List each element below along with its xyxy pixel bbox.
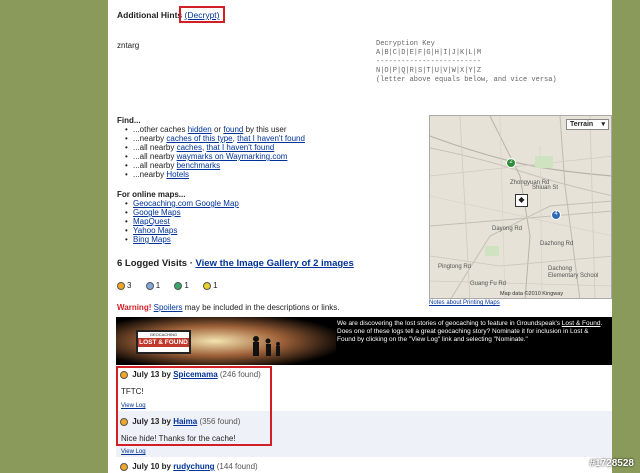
lost-and-found-banner[interactable]: GEOCACHING LOST & FOUND We are discoveri… — [116, 317, 612, 365]
highlight-box-logs — [116, 366, 272, 446]
bing-maps-link[interactable]: Bing Maps — [133, 235, 171, 244]
logged-visits-heading: 6 Logged Visits · View the Image Gallery… — [117, 258, 354, 269]
chevron-down-icon: ▾ — [601, 121, 605, 128]
map-label: Guang Fu Rd — [470, 281, 507, 287]
image-gallery-link[interactable]: View the Image Gallery of 2 images — [196, 258, 354, 269]
find-heading: Find... — [117, 116, 141, 125]
spoiler-warning: Warning! Spoilers may be included in the… — [117, 303, 340, 312]
map-link-item: Bing Maps — [117, 235, 239, 244]
highlight-box-decrypt — [179, 6, 225, 23]
map-label: Dayong Rd — [492, 226, 523, 232]
log-type-counts: 3 1 1 1 — [117, 281, 218, 290]
cache-location-icon[interactable]: ◆ — [515, 194, 528, 207]
find-item-other-caches: ...other caches hidden or found by this … — [117, 125, 305, 134]
find-item-nearby-type: ...nearby caches of this type, that I ha… — [117, 134, 305, 143]
needs-maintenance-icon — [203, 281, 212, 290]
found-link[interactable]: found — [223, 125, 243, 134]
decryption-key: Decryption Key A|B|C|D|E|F|G|H|I|J|K|L|M -… — [376, 40, 557, 84]
map-attribution: Map data ©2010 Kingway — [500, 291, 564, 297]
write-note-icon — [174, 281, 183, 290]
online-maps-list: Geocaching.com Google Map Google Maps Ma… — [117, 199, 239, 244]
lost-and-found-link[interactable]: Lost & Found — [562, 320, 601, 327]
caches-of-type-link[interactable]: caches of this type — [166, 134, 232, 143]
google-maps-link[interactable]: Google Maps — [133, 208, 181, 217]
map-link-item: Google Maps — [117, 208, 239, 217]
map-type-select[interactable]: Terrain ▾ — [566, 119, 609, 130]
find-item-hotels: ...nearby Hotels — [117, 170, 305, 179]
map-link-item: Geocaching.com Google Map — [117, 199, 239, 208]
found-smiley-icon — [117, 281, 125, 290]
printing-maps-link[interactable]: Notes about Printing Maps — [429, 300, 500, 306]
nearby-not-found-link[interactable]: that I haven't found — [206, 143, 274, 152]
map-label: Dazhong Rd — [540, 241, 574, 247]
lost-and-found-logo: GEOCACHING LOST & FOUND — [136, 330, 191, 354]
mapquest-link[interactable]: MapQuest — [133, 217, 170, 226]
map-label: Shiuan St — [532, 185, 559, 191]
map-label: Dachong Elementary School — [548, 266, 599, 279]
spoilers-link[interactable]: Spoilers — [154, 303, 183, 312]
type-not-found-link[interactable]: that I haven't found — [237, 134, 305, 143]
map-label: Pingtong Rd — [438, 264, 472, 270]
highway-marker-4[interactable]: 4 — [551, 210, 561, 220]
map-link-item: Yahoo Maps — [117, 226, 239, 235]
hotels-link[interactable]: Hotels — [166, 170, 189, 179]
watermark: #1728528 — [589, 458, 635, 469]
found-smiley-icon — [120, 462, 128, 471]
find-item-benchmarks: ...all nearby benchmarks — [117, 161, 305, 170]
yahoo-maps-link[interactable]: Yahoo Maps — [133, 226, 177, 235]
cache-page: Additional Hints (Decrypt) zntarg Decryp… — [108, 0, 612, 473]
online-maps-heading: For online maps... — [117, 190, 186, 199]
didnt-find-icon — [145, 281, 154, 290]
log-entry: July 10 by rudychung (144 found) — [116, 459, 612, 473]
find-item-waymarks: ...all nearby waymarks on Waymarking.com — [117, 152, 305, 161]
highway-marker-2[interactable]: 2 — [506, 158, 516, 168]
waymarks-link[interactable]: waymarks on Waymarking.com — [177, 152, 288, 161]
encoded-hint: zntarg — [117, 41, 140, 50]
banner-text: We are discovering the lost stories of g… — [337, 320, 603, 343]
log-user-link[interactable]: rudychung — [173, 462, 214, 471]
find-item-all-nearby: ...all nearby caches, that I haven't fou… — [117, 143, 305, 152]
cache-map[interactable]: 2 4 ◆ Zhongyuan Rd Shiuan St Guang Fu Rd… — [429, 115, 612, 299]
map-link-item: MapQuest — [117, 217, 239, 226]
find-list: ...other caches hidden or found by this … — [117, 125, 305, 179]
view-log-link[interactable]: View Log — [121, 449, 146, 455]
geocaching-google-map-link[interactable]: Geocaching.com Google Map — [133, 199, 239, 208]
benchmarks-link[interactable]: benchmarks — [177, 161, 221, 170]
nearby-caches-link[interactable]: caches — [177, 143, 202, 152]
hidden-link[interactable]: hidden — [188, 125, 212, 134]
